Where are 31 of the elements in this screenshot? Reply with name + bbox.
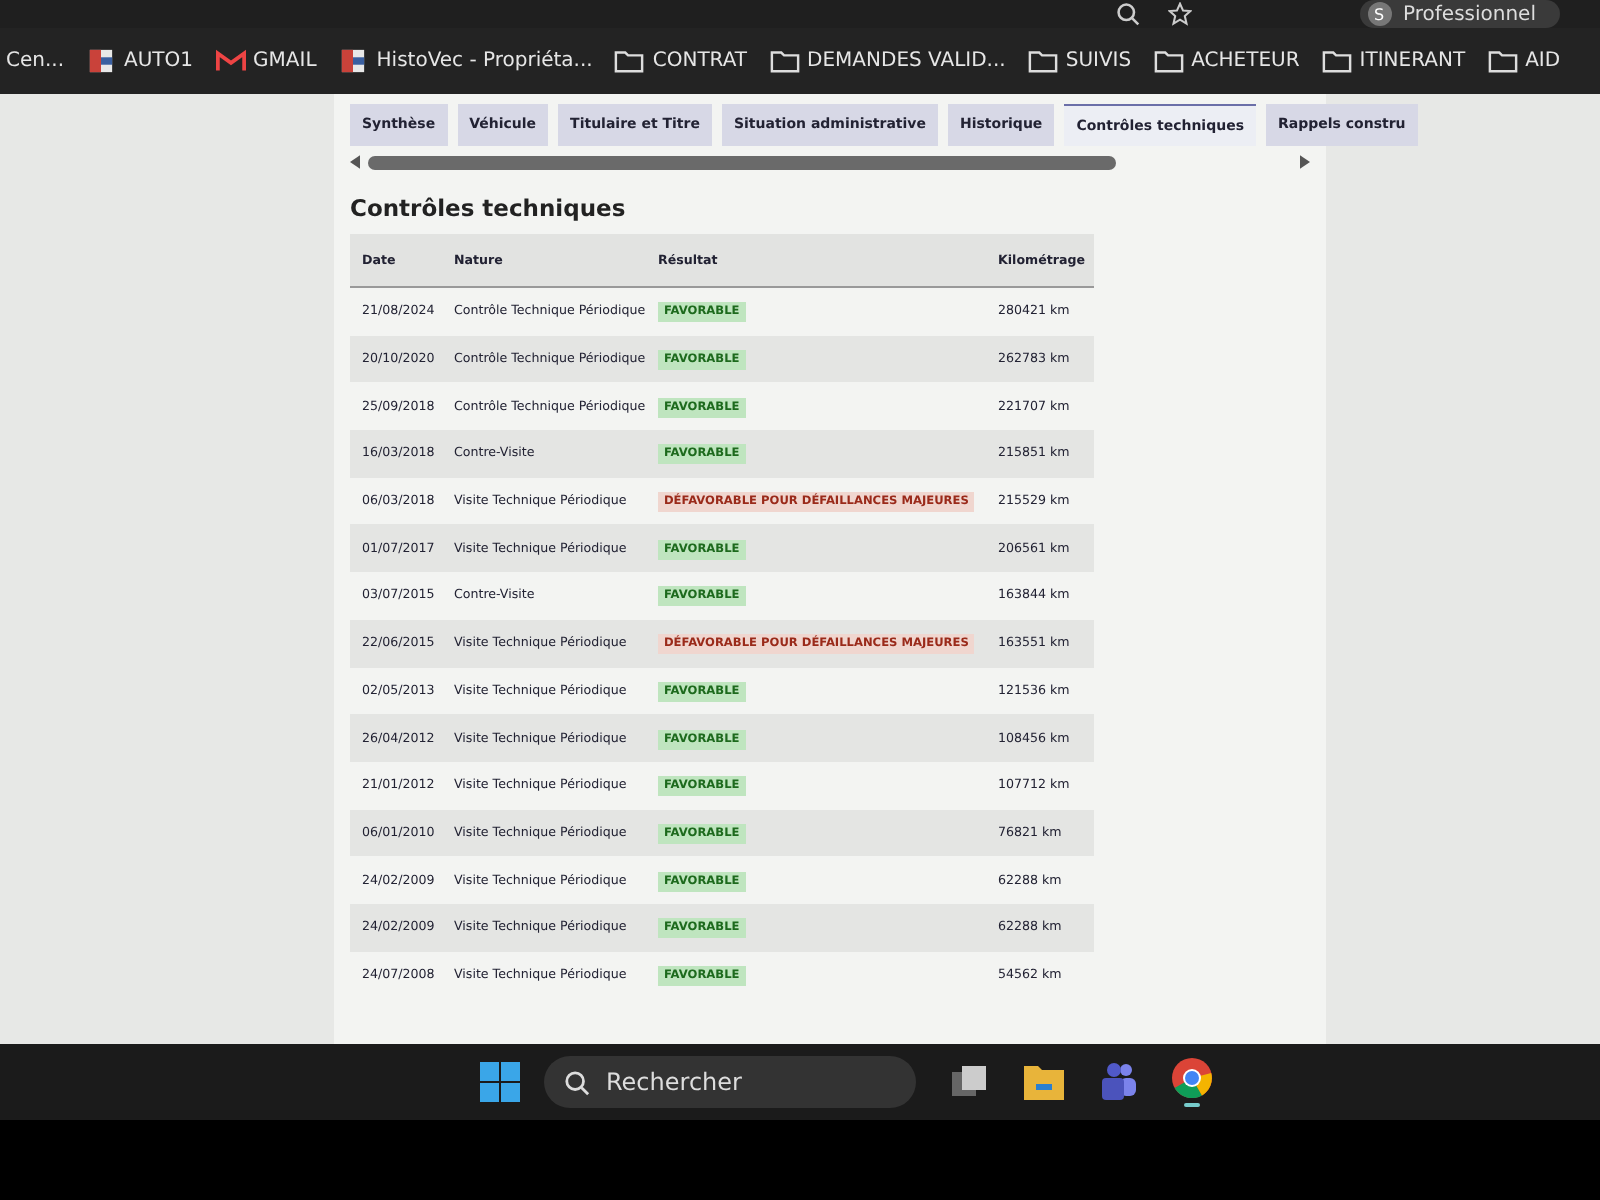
star-icon[interactable] xyxy=(1167,2,1192,26)
bookmark[interactable]: Cen... xyxy=(6,50,65,72)
bookmark[interactable]: ACHETEUR xyxy=(1153,48,1300,74)
site-icon xyxy=(338,48,369,74)
folder-icon xyxy=(614,48,645,74)
folder-icon xyxy=(769,48,800,74)
folder-icon xyxy=(1027,48,1058,74)
bookmark[interactable]: SUIVIS xyxy=(1027,48,1132,74)
folder-icon xyxy=(1321,48,1352,74)
bookmark[interactable]: GMAIL xyxy=(215,48,317,74)
site-icon xyxy=(86,48,117,74)
bookmark[interactable]: CONTRAT xyxy=(614,48,748,74)
folder-icon[interactable] xyxy=(1022,1060,1066,1104)
browser-icon[interactable] xyxy=(1170,1056,1214,1108)
scroll-left-icon[interactable] xyxy=(350,154,360,170)
bookmark[interactable]: HistoVec - Propriéta... xyxy=(338,48,593,74)
profile-button[interactable]: S Professionnel xyxy=(1359,0,1560,28)
search-field[interactable]: Rechercher xyxy=(544,1056,916,1108)
mail-icon xyxy=(215,48,246,74)
windows-icon[interactable] xyxy=(480,1062,520,1102)
scrollbar-thumb[interactable] xyxy=(368,155,1117,169)
section-title: Contrôles techniques xyxy=(350,194,628,222)
folder-icon xyxy=(1487,48,1518,74)
people-icon[interactable] xyxy=(1096,1060,1140,1104)
scroll-right-icon[interactable] xyxy=(1300,154,1310,170)
search-icon[interactable] xyxy=(1115,2,1140,26)
bookmark[interactable]: DEMANDES VALID... xyxy=(769,48,1006,74)
folder-icon xyxy=(1153,48,1184,74)
bookmark[interactable]: ITINERANT xyxy=(1321,48,1466,74)
bookmark[interactable]: AUTO1 xyxy=(86,48,194,74)
bookmark[interactable]: AID xyxy=(1487,48,1561,74)
